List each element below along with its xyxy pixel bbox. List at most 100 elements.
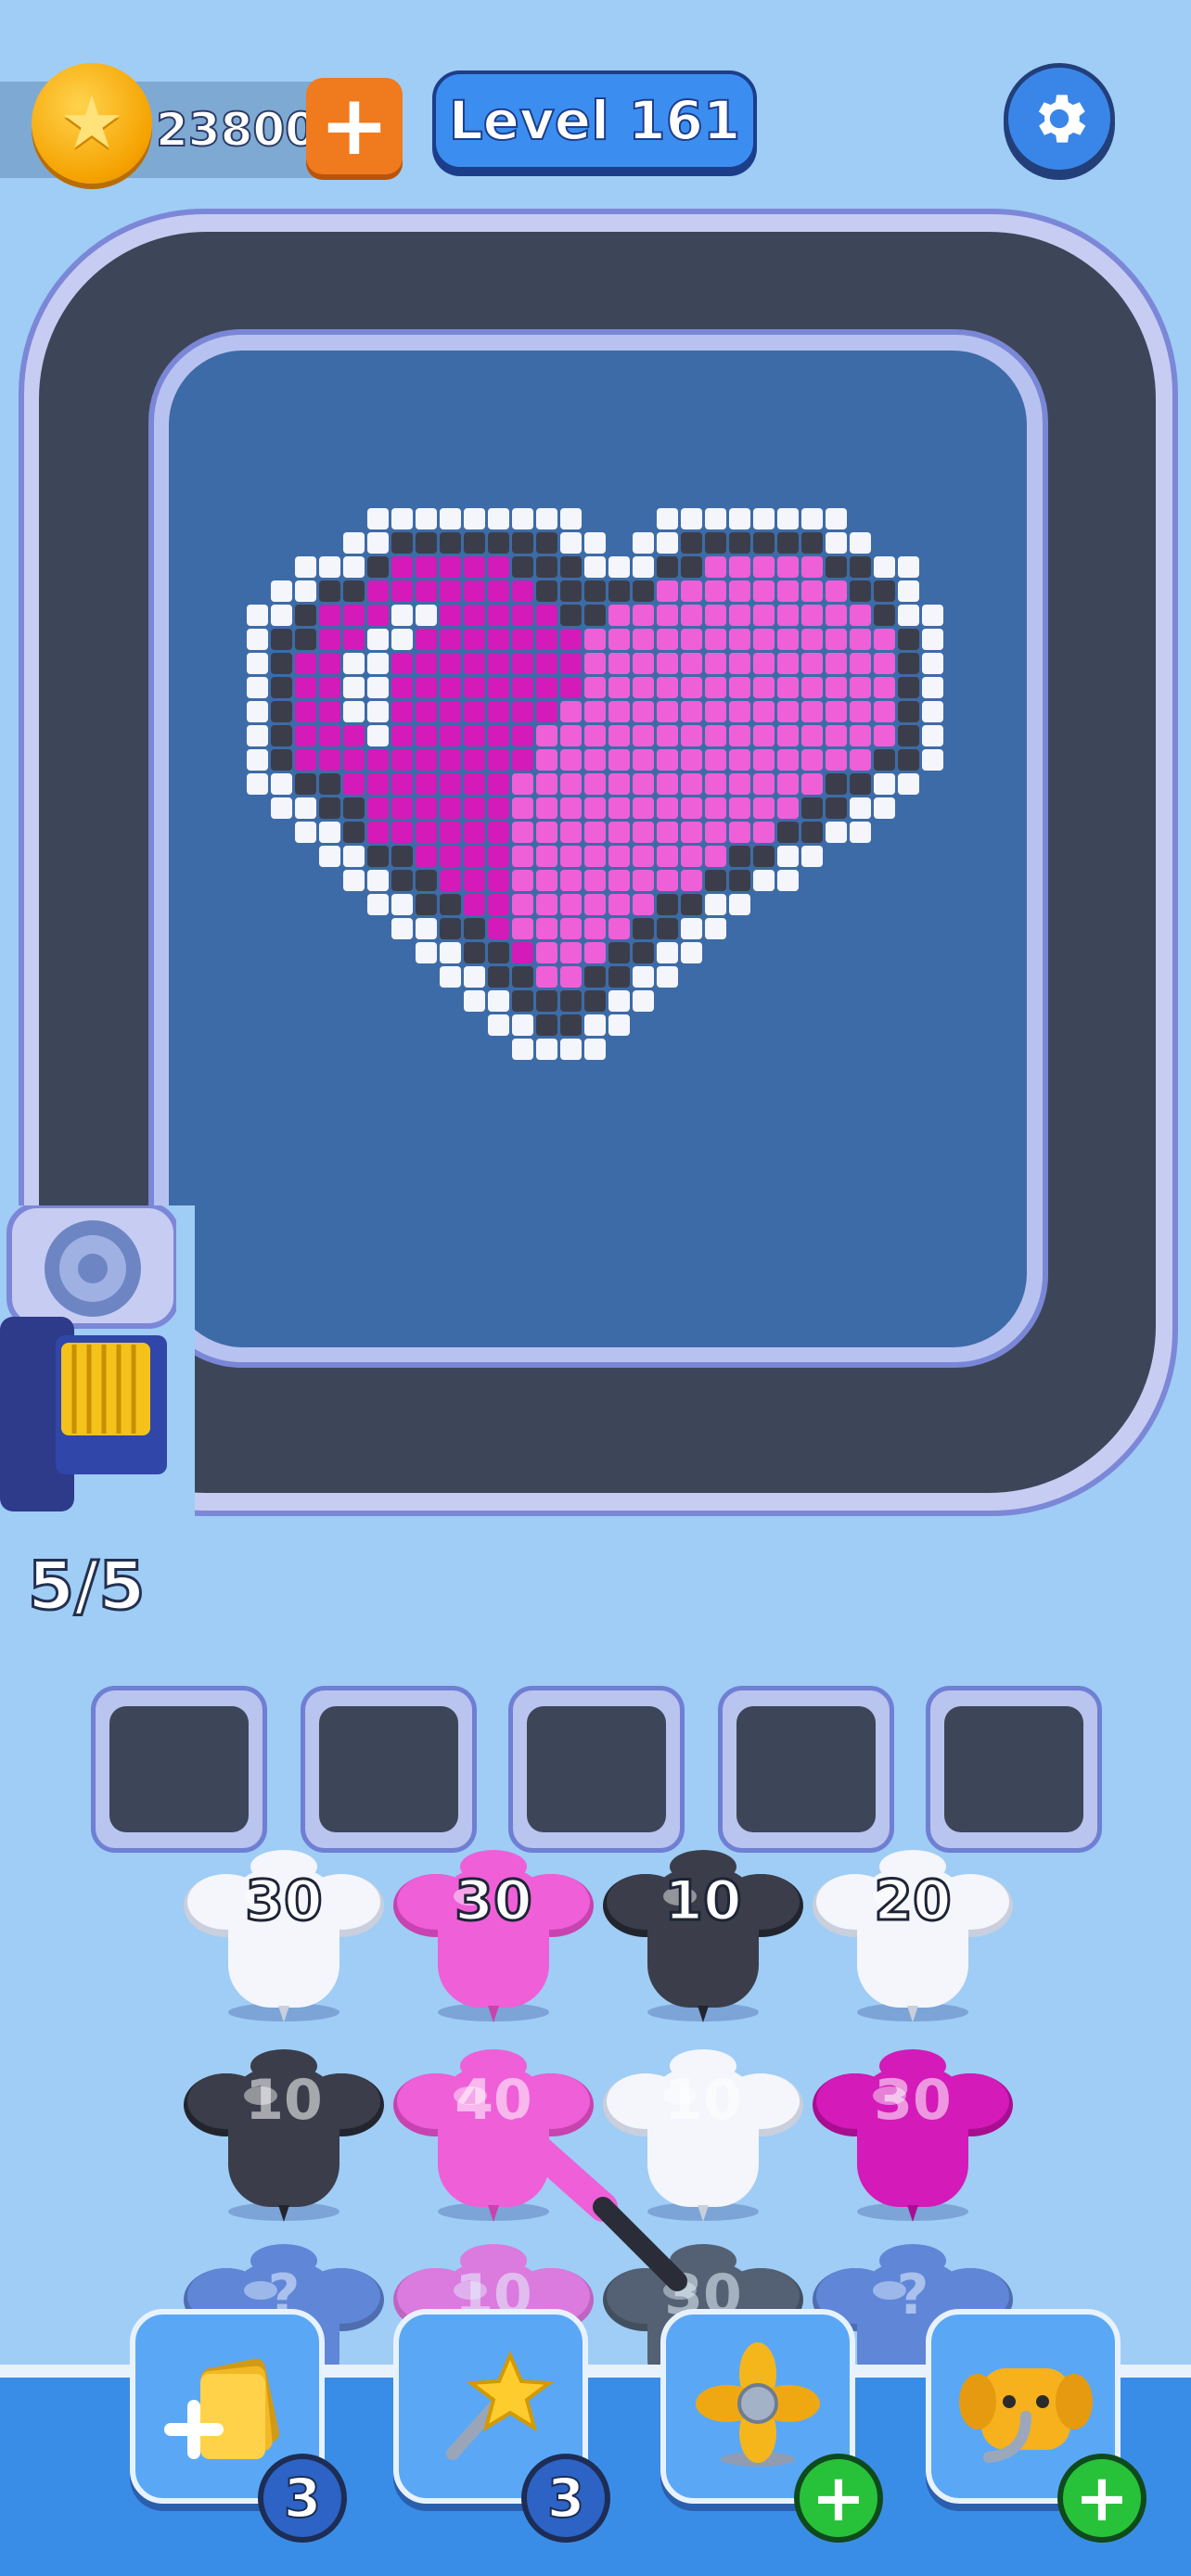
pixel-cell bbox=[584, 942, 606, 963]
pixel-cell bbox=[826, 797, 847, 819]
add-coins-button[interactable]: + bbox=[306, 78, 403, 174]
pixel-cell bbox=[343, 773, 365, 795]
pixel-cell bbox=[464, 580, 485, 602]
pixel-cell bbox=[512, 942, 533, 963]
pixel-cell bbox=[416, 942, 437, 963]
pixel-cell bbox=[705, 749, 726, 771]
pixel-cell bbox=[874, 749, 895, 771]
pixel-cell bbox=[488, 701, 509, 722]
pixel-cell bbox=[801, 629, 823, 650]
pixel-cell bbox=[850, 629, 871, 650]
pixel-cell bbox=[488, 870, 509, 891]
pixel-cell bbox=[560, 749, 582, 771]
pixel-cell bbox=[464, 942, 485, 963]
pixel-cell bbox=[633, 870, 654, 891]
pixel-cell bbox=[295, 653, 316, 674]
pixel-cell bbox=[391, 580, 413, 602]
pixel-cell bbox=[416, 725, 437, 746]
pixel-cell bbox=[874, 605, 895, 626]
pixel-cell bbox=[464, 773, 485, 795]
pixel-cell bbox=[608, 942, 630, 963]
pixel-cell bbox=[777, 653, 799, 674]
pixel-cell bbox=[367, 580, 389, 602]
pixel-cell bbox=[705, 701, 726, 722]
pixel-cell bbox=[874, 725, 895, 746]
pixel-cell bbox=[319, 797, 340, 819]
star-icon: ★ bbox=[59, 82, 124, 165]
pixel-cell bbox=[367, 894, 389, 915]
pixel-cell bbox=[633, 797, 654, 819]
pixel-cell bbox=[850, 797, 871, 819]
pixel-cell bbox=[729, 508, 750, 529]
pixel-cell bbox=[633, 629, 654, 650]
pixel-cell bbox=[440, 797, 461, 819]
holding-slot-2[interactable] bbox=[301, 1686, 477, 1853]
pixel-cell bbox=[343, 822, 365, 843]
pixel-cell bbox=[705, 846, 726, 867]
pixel-cell bbox=[440, 870, 461, 891]
pixel-cell bbox=[488, 846, 509, 867]
pixel-cell bbox=[343, 846, 365, 867]
shooter-count: 20 bbox=[873, 1868, 954, 1935]
holding-slot-5[interactable] bbox=[926, 1686, 1102, 1853]
pixel-cell bbox=[536, 870, 557, 891]
shooter-piece[interactable]: 30 bbox=[182, 1841, 386, 2026]
pixel-cell bbox=[271, 797, 292, 819]
pixel-cell bbox=[247, 629, 268, 650]
pixel-cell bbox=[777, 773, 799, 795]
pixel-cell bbox=[488, 822, 509, 843]
pixel-cell bbox=[367, 508, 389, 529]
pixel-cell bbox=[705, 894, 726, 915]
pixel-cell bbox=[705, 653, 726, 674]
pixel-cell bbox=[271, 701, 292, 722]
pixel-board bbox=[169, 351, 1027, 1347]
holding-slot-4[interactable] bbox=[718, 1686, 894, 1853]
pixel-cell bbox=[753, 870, 775, 891]
pixel-cell bbox=[391, 870, 413, 891]
pixel-cell bbox=[584, 966, 606, 988]
pixel-cell bbox=[584, 605, 606, 626]
pixel-cell bbox=[801, 605, 823, 626]
pixel-cell bbox=[295, 701, 316, 722]
pixel-cell bbox=[416, 677, 437, 698]
pixel-cell bbox=[584, 1039, 606, 1060]
pixel-cell bbox=[271, 629, 292, 650]
pixel-cell bbox=[705, 677, 726, 698]
pixel-cell bbox=[801, 508, 823, 529]
pixel-cell bbox=[729, 725, 750, 746]
pixel-cell bbox=[584, 1014, 606, 1036]
pixel-cell bbox=[657, 749, 678, 771]
pixel-cell bbox=[584, 653, 606, 674]
pixel-cell bbox=[416, 629, 437, 650]
pixel-cell bbox=[247, 773, 268, 795]
holding-slot-1[interactable] bbox=[91, 1686, 267, 1853]
elephant-add-badge[interactable]: + bbox=[1057, 2454, 1146, 2543]
pixel-cell bbox=[681, 846, 702, 867]
shooter-count: 30 bbox=[874, 2068, 952, 2133]
pixel-cell bbox=[271, 725, 292, 746]
fan-add-badge[interactable]: + bbox=[794, 2454, 883, 2543]
pixel-cell bbox=[560, 797, 582, 819]
shooter-piece[interactable]: 20 bbox=[811, 1841, 1015, 2026]
pixel-cell bbox=[753, 556, 775, 578]
shooter-piece[interactable]: 30 bbox=[391, 1841, 596, 2026]
settings-button[interactable] bbox=[1004, 63, 1115, 174]
pixel-cell bbox=[898, 677, 919, 698]
pixel-cell bbox=[343, 701, 365, 722]
pixel-cell bbox=[874, 580, 895, 602]
pixel-cell bbox=[416, 749, 437, 771]
pixel-cell bbox=[512, 605, 533, 626]
pixel-cell bbox=[633, 966, 654, 988]
pixel-cell bbox=[367, 556, 389, 578]
holding-slot-3[interactable] bbox=[508, 1686, 685, 1853]
pixel-cell bbox=[416, 822, 437, 843]
pixel-cell bbox=[464, 701, 485, 722]
pixel-cell bbox=[608, 556, 630, 578]
pixel-cell bbox=[319, 677, 340, 698]
pixel-cell bbox=[777, 749, 799, 771]
pixel-cell bbox=[657, 966, 678, 988]
pixel-cell bbox=[367, 653, 389, 674]
shooter-piece[interactable]: 10 bbox=[601, 1841, 805, 2026]
pixel-cell bbox=[826, 773, 847, 795]
pixel-cell bbox=[488, 918, 509, 939]
